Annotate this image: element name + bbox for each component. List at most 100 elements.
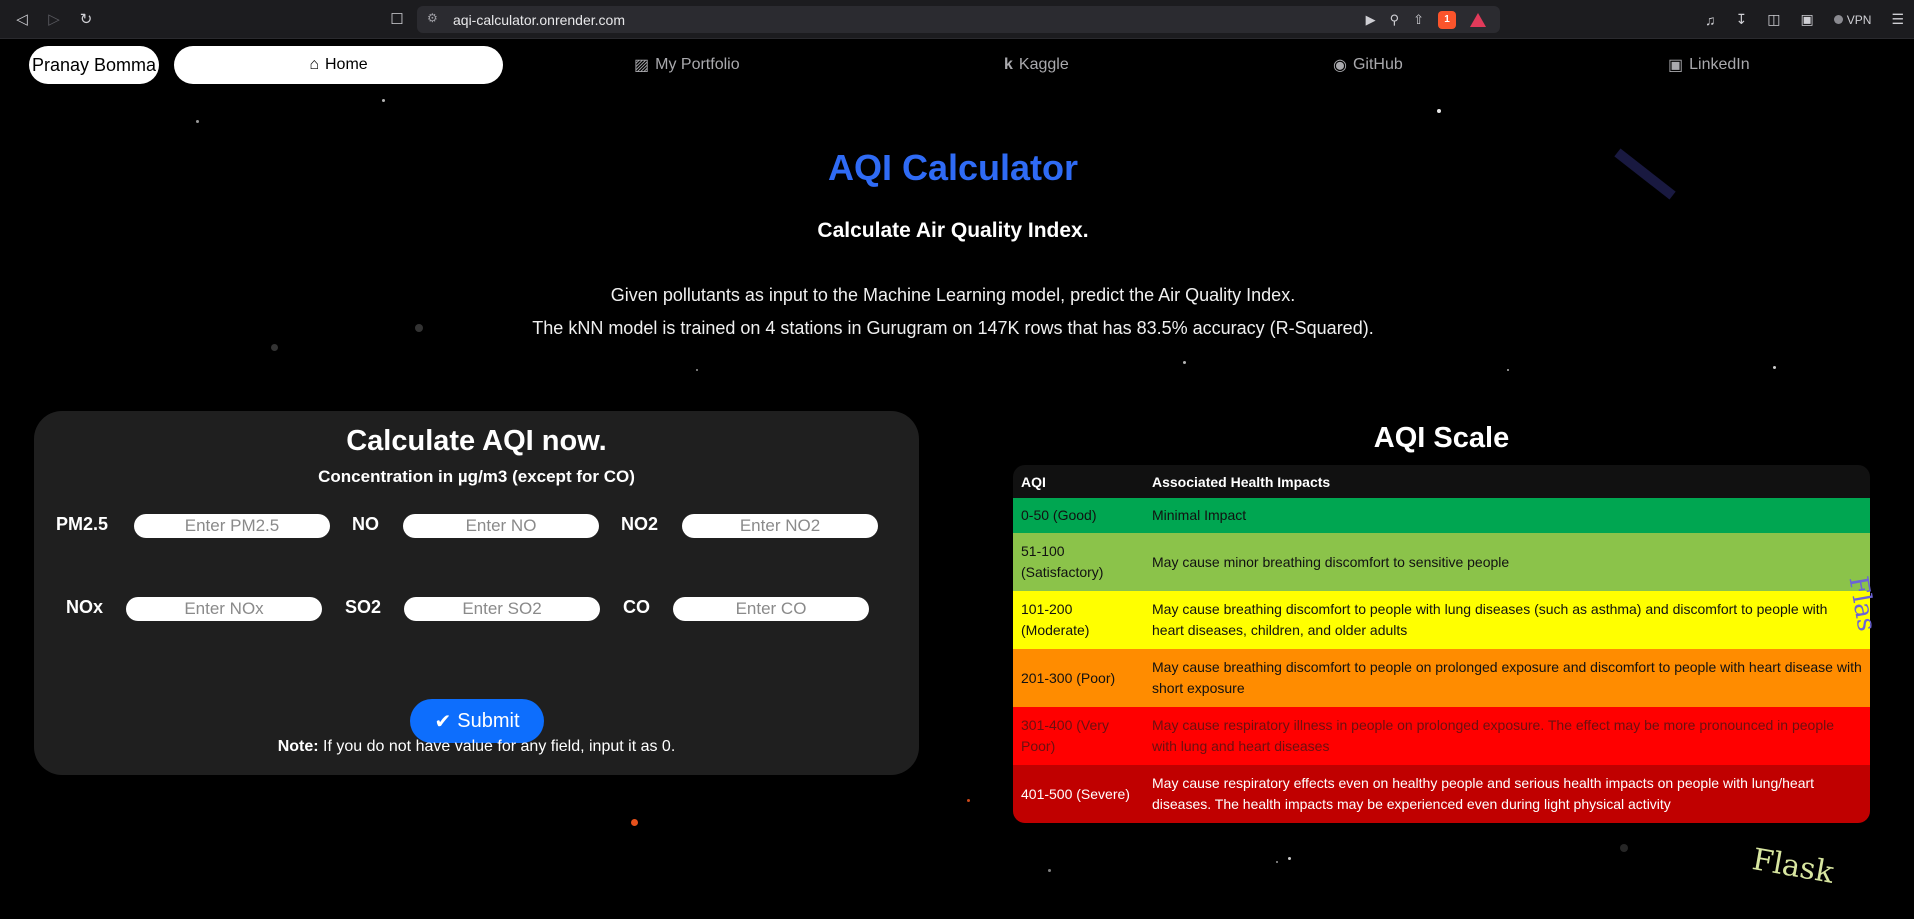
health-impact: May cause respiratory illness in people …: [1144, 707, 1870, 765]
aqi-range: 301-400 (Very Poor): [1013, 707, 1144, 765]
media-icon[interactable]: ▶: [1366, 12, 1376, 28]
aqi-range: 0-50 (Good): [1013, 498, 1144, 533]
site-navbar: Pranay Bomma ⌂ Home ▨ My Portfolio k Kag…: [0, 39, 1914, 91]
aqi-range: 401-500 (Severe): [1013, 765, 1144, 823]
star: [1507, 369, 1509, 371]
reload-icon[interactable]: ↻: [74, 7, 98, 31]
table-row: 51-100 (Satisfactory) May cause minor br…: [1013, 533, 1870, 591]
table-row: 301-400 (Very Poor) May cause respirator…: [1013, 707, 1870, 765]
zoom-icon[interactable]: ⚲: [1390, 12, 1400, 28]
page-title: AQI Calculator: [827, 147, 1079, 188]
browser-toolbar: ◁ ▷ ↻ ☐ ⚙ aqi-calculator.onrender.com ▶ …: [0, 0, 1914, 39]
nav-kaggle-label: Kaggle: [1018, 56, 1069, 73]
forward-icon[interactable]: ▷: [42, 7, 66, 31]
nox-input[interactable]: [126, 597, 322, 621]
table-row: 401-500 (Severe) May cause respiratory e…: [1013, 765, 1870, 823]
check-icon: ✔: [434, 710, 452, 733]
table-row: 201-300 (Poor) May cause breathing disco…: [1013, 649, 1870, 707]
flask-decor-text: Flask: [1749, 842, 1837, 891]
download-icon[interactable]: ↧: [1736, 11, 1748, 28]
bookmark-icon[interactable]: ☐: [385, 7, 409, 31]
co-input[interactable]: [673, 597, 869, 621]
page-subtitle: Calculate Air Quality Index.: [817, 219, 1089, 242]
url-text: aqi-calculator.onrender.com: [453, 11, 625, 28]
nav-github[interactable]: ◉ GitHub: [1333, 46, 1403, 84]
pm25-input[interactable]: [134, 514, 330, 538]
aqi-scale-title: AQI Scale: [1373, 422, 1510, 454]
nox-label: NOx: [66, 597, 104, 617]
aqi-range: 51-100 (Satisfactory): [1013, 533, 1144, 591]
brave-shields-icon[interactable]: 1: [1438, 10, 1456, 29]
vpn-label: VPN: [1846, 12, 1872, 27]
nav-github-label: GitHub: [1352, 56, 1403, 73]
kaggle-icon: k: [1004, 56, 1013, 73]
star: [967, 799, 970, 802]
form-note: Note: If you do not have value for any f…: [34, 738, 919, 756]
star: [1437, 109, 1441, 113]
note-bold: Note:: [277, 738, 319, 755]
table-row: 101-200 (Moderate) May cause breathing d…: [1013, 591, 1870, 649]
health-impact: May cause breathing discomfort to people…: [1144, 649, 1870, 707]
star: [382, 99, 385, 102]
nav-portfolio-label: My Portfolio: [655, 56, 740, 73]
back-icon[interactable]: ◁: [10, 7, 34, 31]
co-label: CO: [623, 597, 650, 617]
briefcase-icon: ▨: [634, 57, 650, 74]
form-title: Calculate AQI now.: [346, 425, 607, 457]
table-header-row: AQI Associated Health Impacts: [1013, 465, 1870, 498]
star: [1288, 857, 1291, 860]
site-info-icon[interactable]: ⚙: [427, 11, 438, 25]
table-row: 0-50 (Good) Minimal Impact: [1013, 498, 1870, 533]
star: [696, 369, 698, 371]
so2-input[interactable]: [404, 597, 600, 621]
music-icon[interactable]: ♫: [1705, 12, 1716, 28]
wallet-icon[interactable]: ▣: [1801, 11, 1814, 28]
aqi-scale-table: AQI Associated Health Impacts 0-50 (Good…: [1013, 465, 1870, 823]
star: [1048, 869, 1051, 872]
submit-button[interactable]: ✔ Submit: [410, 699, 544, 743]
aqi-form-card: Calculate AQI now. Concentration in µg/m…: [34, 411, 919, 775]
page-description: Given pollutants as input to the Machine…: [0, 279, 1906, 345]
health-impact: May cause minor breathing discomfort to …: [1144, 533, 1870, 591]
star: [1183, 361, 1186, 364]
no2-input[interactable]: [682, 514, 878, 538]
share-icon[interactable]: ⇧: [1413, 12, 1424, 28]
health-impact: May cause respiratory effects even on he…: [1144, 765, 1870, 823]
star: [631, 819, 638, 826]
nav-kaggle[interactable]: k Kaggle: [1004, 46, 1069, 84]
header-health-impacts: Associated Health Impacts: [1144, 465, 1870, 498]
menu-icon[interactable]: ☰: [1891, 11, 1904, 28]
nav-home-label: Home: [324, 56, 368, 73]
description-line-2: The kNN model is trained on 4 stations i…: [532, 318, 1374, 338]
nav-portfolio[interactable]: ▨ My Portfolio: [634, 46, 740, 84]
star: [1620, 844, 1628, 852]
description-line-1: Given pollutants as input to the Machine…: [610, 285, 1296, 305]
aqi-range: 201-300 (Poor): [1013, 649, 1144, 707]
vpn-button[interactable]: VPN: [1833, 12, 1872, 27]
linkedin-icon: ▣: [1668, 57, 1684, 74]
note-text: If you do not have value for any field, …: [318, 738, 676, 755]
no2-label: NO2: [621, 514, 659, 534]
nav-linkedin[interactable]: ▣ LinkedIn: [1668, 46, 1750, 84]
github-icon: ◉: [1333, 57, 1347, 74]
sidebar-icon[interactable]: ◫: [1767, 11, 1780, 28]
star: [1276, 861, 1278, 863]
submit-label: Submit: [457, 709, 520, 732]
health-impact: Minimal Impact: [1144, 498, 1870, 533]
no-label: NO: [352, 514, 379, 534]
brave-rewards-icon[interactable]: [1470, 12, 1486, 27]
health-impact: May cause breathing discomfort to people…: [1144, 591, 1870, 649]
address-bar[interactable]: ⚙ aqi-calculator.onrender.com ▶ ⚲ ⇧ 1: [417, 6, 1500, 33]
pm25-label: PM2.5: [56, 514, 109, 534]
no-input[interactable]: [403, 514, 599, 538]
nav-linkedin-label: LinkedIn: [1689, 56, 1750, 73]
star: [1773, 366, 1776, 369]
nav-home[interactable]: ⌂ Home: [174, 46, 503, 84]
vpn-status-icon: [1833, 15, 1843, 24]
brand-link[interactable]: Pranay Bomma: [29, 46, 159, 84]
form-subtitle: Concentration in µg/m3 (except for CO): [318, 467, 635, 486]
star: [196, 120, 199, 123]
star: [271, 344, 278, 351]
home-icon: ⌂: [309, 56, 319, 73]
header-aqi: AQI: [1013, 465, 1144, 498]
